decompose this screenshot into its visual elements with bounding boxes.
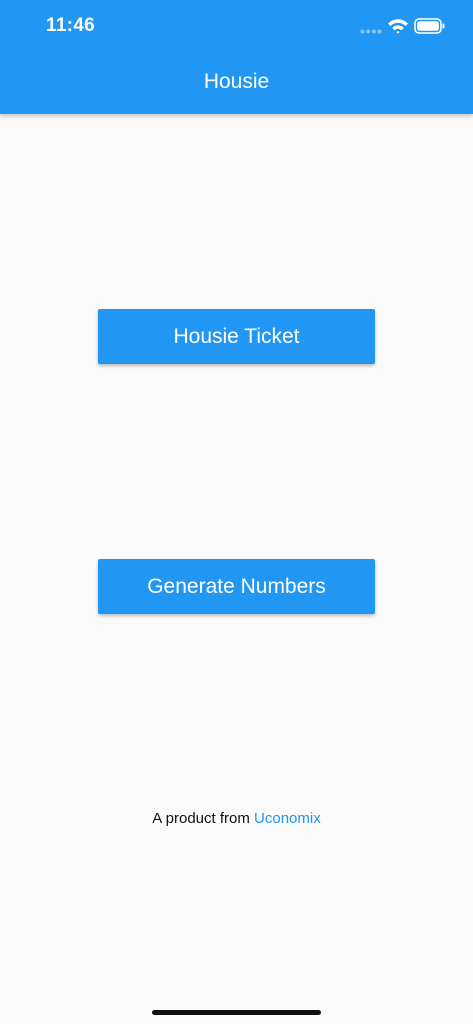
app-bar: 11:46 Housie	[0, 0, 473, 114]
status-time: 11:46	[46, 15, 96, 36]
signal-dots-icon	[360, 29, 382, 34]
generate-numbers-button[interactable]: Generate Numbers	[98, 559, 375, 614]
footer: A product from Uconomix	[0, 810, 473, 827]
home-indicator	[152, 1010, 321, 1015]
app-title: Housie	[203, 70, 270, 93]
uconomix-link[interactable]: Uconomix	[254, 810, 321, 827]
battery-icon	[414, 18, 445, 34]
footer-prefix: A product from	[152, 810, 255, 827]
wifi-icon	[388, 19, 408, 34]
housie-ticket-button[interactable]: Housie Ticket	[98, 309, 375, 364]
